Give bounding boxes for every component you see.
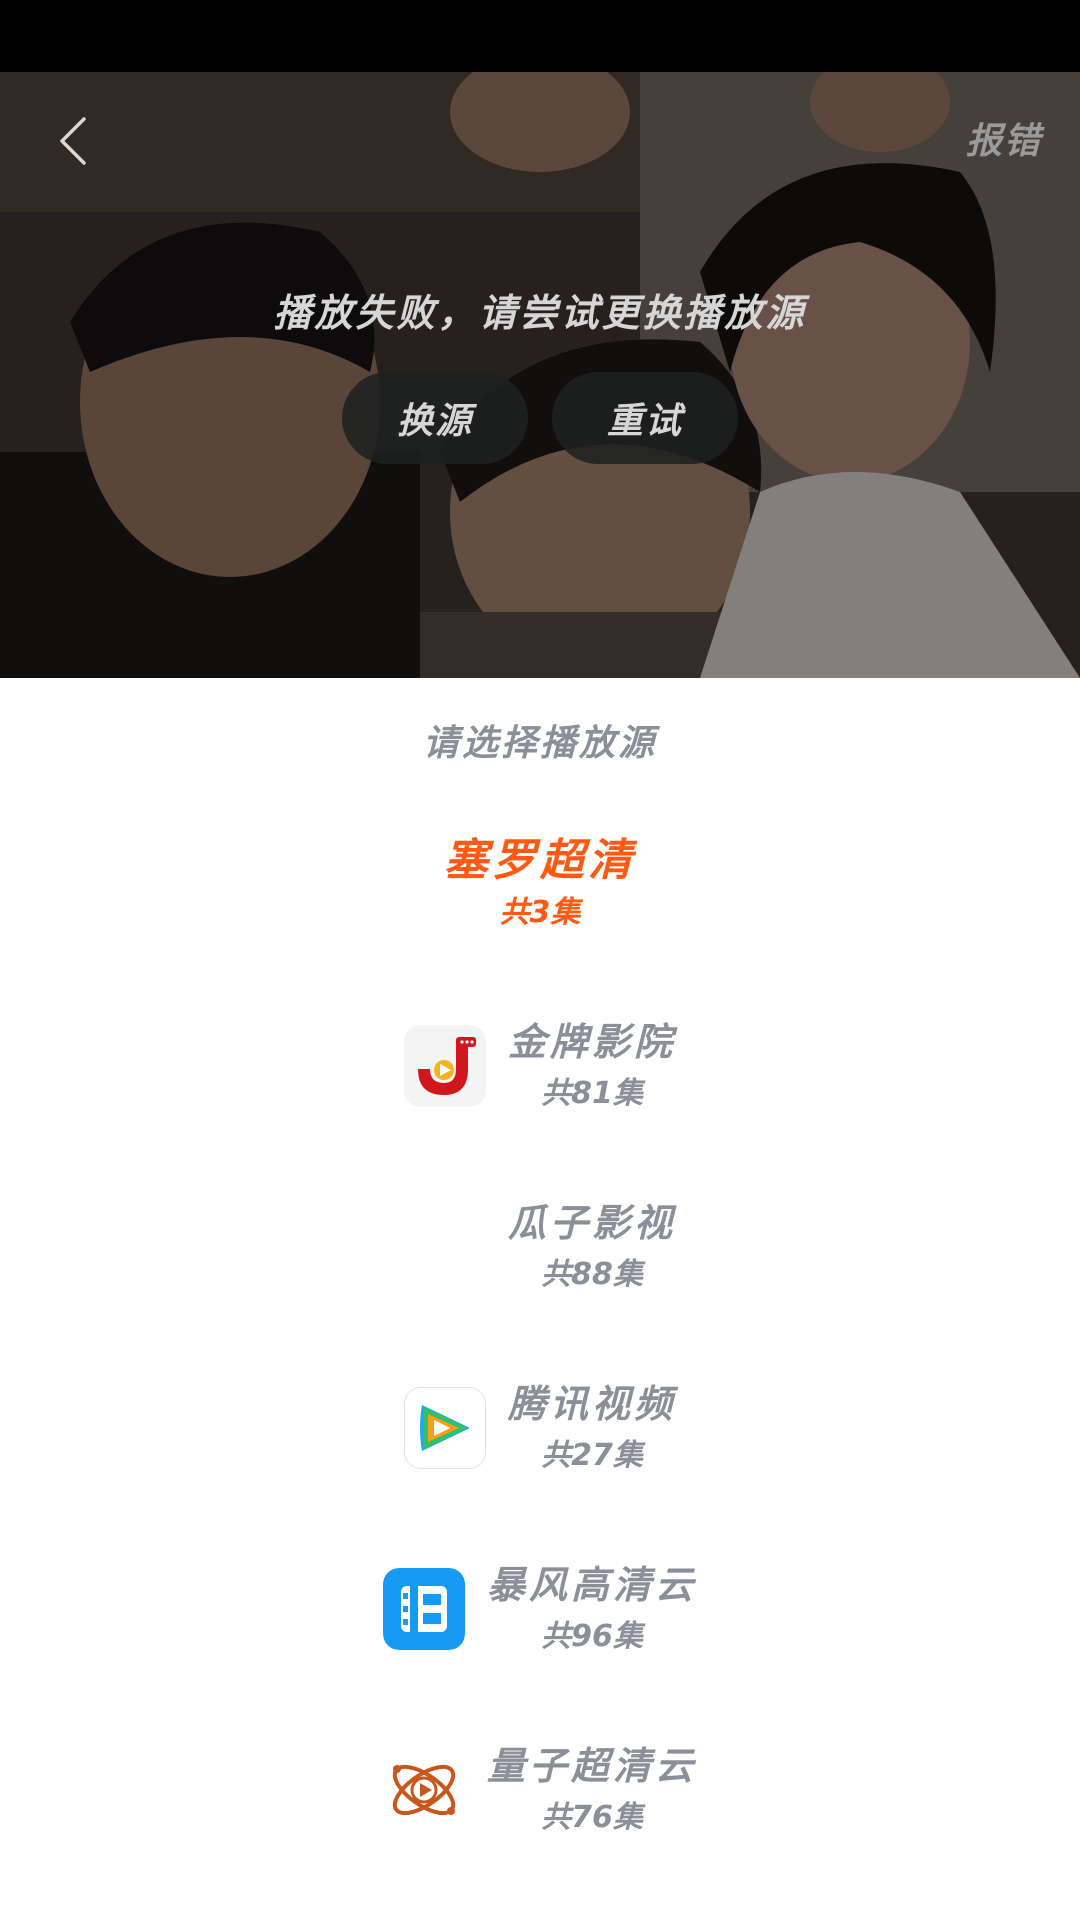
retry-button[interactable]: 重试 <box>552 372 738 464</box>
switch-source-button[interactable]: 换源 <box>342 372 528 464</box>
source-item-guazi[interactable]: 瓜子影视 共88集 <box>0 1198 1080 1379</box>
source-episode-count: 共88集 <box>541 1257 643 1292</box>
source-name: 塞罗超清 <box>444 835 636 886</box>
source-item-sailuo[interactable]: 塞罗超清 共3集 <box>0 836 1080 1017</box>
liangzi-logo-icon <box>383 1749 465 1831</box>
video-player[interactable]: 报错 播放失败，请尝试更换播放源 换源 重试 <box>0 72 1080 678</box>
source-name: 腾讯视频 <box>507 1382 676 1426</box>
jinpai-logo-icon <box>403 1025 486 1107</box>
baofeng-logo-icon <box>382 1568 465 1650</box>
source-episode-count: 共3集 <box>499 895 581 930</box>
source-episode-count: 共27集 <box>541 1438 643 1473</box>
source-list: 塞罗超清 共3集 金牌影院 共81集 瓜子影视 共88集 腾讯视频 共27集 暴… <box>0 836 1080 1922</box>
source-list-title: 请选择播放源 <box>422 723 657 764</box>
guazi-logo-placeholder <box>404 1206 486 1288</box>
report-error-button[interactable]: 报错 <box>966 112 1042 164</box>
source-item-baofeng[interactable]: 暴风高清云 共96集 <box>0 1560 1080 1741</box>
tencent-video-logo-icon <box>403 1387 486 1469</box>
back-button[interactable] <box>38 102 108 180</box>
source-episode-count: 共81集 <box>541 1076 643 1111</box>
source-name: 金牌影院 <box>507 1020 676 1064</box>
source-episode-count: 共96集 <box>541 1619 643 1654</box>
source-item-liangzi[interactable]: 量子超清云 共76集 <box>0 1741 1080 1922</box>
chevron-left-icon <box>60 117 86 165</box>
source-item-jinpai[interactable]: 金牌影院 共81集 <box>0 1017 1080 1198</box>
status-bar <box>0 0 1080 72</box>
player-action-buttons: 换源 重试 <box>0 372 1080 464</box>
source-episode-count: 共76集 <box>541 1800 643 1835</box>
source-name: 暴风高清云 <box>486 1563 697 1607</box>
source-name: 瓜子影视 <box>507 1201 676 1245</box>
source-name: 量子超清云 <box>486 1744 697 1788</box>
playback-error-message: 播放失败，请尝试更换播放源 <box>273 291 807 335</box>
source-item-tencent[interactable]: 腾讯视频 共27集 <box>0 1379 1080 1560</box>
